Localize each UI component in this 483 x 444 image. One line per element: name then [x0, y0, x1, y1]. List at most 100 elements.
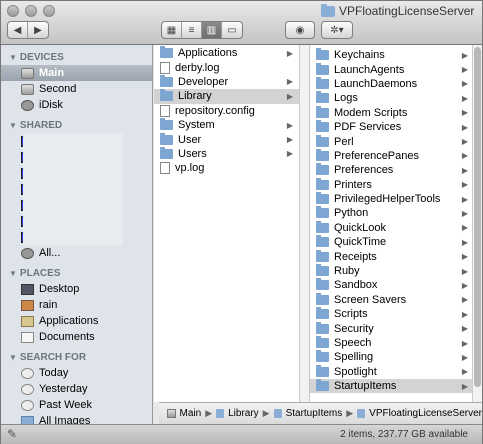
idisk-icon: [21, 99, 34, 111]
item-label: Spelling: [334, 351, 374, 364]
desktop-icon: [21, 283, 34, 295]
column-library-item[interactable]: Sandbox ▶: [310, 278, 482, 292]
folder-icon: [160, 46, 173, 59]
disclosure-arrow-icon: ▶: [461, 367, 468, 377]
item-label: Perl: [334, 135, 354, 148]
column-view-button[interactable]: ▥: [202, 22, 222, 38]
sidebar-item-shared-all[interactable]: All...: [1, 245, 152, 261]
disclosure-arrow-icon: ▶: [286, 135, 293, 145]
item-label: Preferences: [334, 164, 394, 177]
disclosure-arrow-icon: ▶: [461, 165, 468, 175]
forward-button[interactable]: ▶: [28, 22, 48, 38]
icon-view-button[interactable]: ▦: [162, 22, 182, 38]
disclosure-arrow-icon: ▶: [461, 122, 468, 132]
path-item-vpfloatinglicenseserver[interactable]: VPFloatingLicenseServer: [369, 408, 482, 419]
back-button[interactable]: ◀: [8, 22, 28, 38]
shared-names-redacted: [23, 133, 123, 245]
item-label: Applications: [178, 47, 238, 60]
sidebar-item-applications[interactable]: Applications: [1, 313, 152, 329]
column-root-item[interactable]: Applications ▶: [154, 46, 309, 60]
folder-icon: [160, 89, 173, 102]
column-root-item[interactable]: repository.config: [154, 104, 309, 118]
folder-icon: [316, 192, 329, 205]
column-library-list: Keychains ▶ LaunchAgents ▶ LaunchDaemons ▶ Log…: [310, 45, 482, 394]
places-header[interactable]: ▼ PLACES: [1, 265, 152, 281]
close-button[interactable]: [7, 5, 19, 17]
column-library-item[interactable]: Preferences ▶: [310, 163, 482, 177]
column-root-scrollbar[interactable]: [299, 45, 309, 402]
column-root-item[interactable]: vp.log: [154, 161, 309, 175]
sidebar-item-past-week[interactable]: Past Week: [1, 397, 152, 413]
path-item-library[interactable]: Library: [228, 408, 259, 419]
column-library-scrollbar[interactable]: [472, 45, 482, 402]
column-library-item[interactable]: StartupItems ▶: [310, 378, 482, 394]
disclosure-arrow-icon: ▶: [286, 48, 293, 58]
column-library-item[interactable]: Python ▶: [310, 206, 482, 220]
folder-icon: [316, 278, 329, 291]
quicklook-button[interactable]: ◉: [285, 21, 315, 39]
document-icon: [160, 104, 170, 117]
sidebar-item-main[interactable]: Main: [1, 65, 152, 81]
column-library-item[interactable]: Modem Scripts ▶: [310, 105, 482, 120]
column-root-item[interactable]: derby.log: [154, 60, 309, 74]
coverflow-view-button[interactable]: ▭: [222, 22, 242, 38]
sidebar-item-rain[interactable]: rain: [1, 297, 152, 313]
item-label: LaunchDaemons: [334, 77, 418, 90]
column-library-item[interactable]: Security ▶: [310, 321, 482, 335]
column-library-item[interactable]: Scripts ▶: [310, 307, 482, 321]
shared-header[interactable]: ▼ SHARED: [1, 117, 152, 133]
column-library-item[interactable]: Logs ▶: [310, 91, 482, 105]
sidebar-item-today[interactable]: Today: [1, 365, 152, 381]
column-library-item[interactable]: Spelling ▶: [310, 350, 482, 364]
disclosure-arrow-icon: ▶: [461, 93, 468, 103]
window-controls: [7, 5, 55, 17]
column-library-item[interactable]: Receipts ▶: [310, 249, 482, 263]
folder-icon: [160, 118, 173, 131]
folder-icon: [316, 206, 329, 219]
sidebar-item-idisk[interactable]: iDisk: [1, 97, 152, 113]
column-library-item[interactable]: Spotlight ▶: [310, 364, 482, 379]
column-root-item[interactable]: Users ▶: [154, 146, 309, 161]
column-root-item[interactable]: Developer ▶: [154, 74, 309, 89]
list-view-button[interactable]: ≡: [182, 22, 202, 38]
column-library-item[interactable]: Printers ▶: [310, 177, 482, 192]
sidebar-item-desktop[interactable]: Desktop: [1, 281, 152, 297]
path-item-main[interactable]: Main: [180, 408, 202, 419]
column-library-item[interactable]: LaunchAgents ▶: [310, 62, 482, 76]
column-library-item[interactable]: LaunchDaemons ▶: [310, 76, 482, 91]
sidebar-item-second[interactable]: Second: [1, 81, 152, 97]
folder-icon: [316, 249, 329, 262]
column-library-item[interactable]: Keychains ▶: [310, 48, 482, 62]
item-label: QuickLook: [334, 221, 386, 234]
column-root-item[interactable]: System ▶: [154, 118, 309, 132]
column-library-item[interactable]: QuickLook ▶: [310, 220, 482, 235]
column-library-item[interactable]: QuickTime ▶: [310, 235, 482, 249]
zoom-button[interactable]: [43, 5, 55, 17]
column-library-item[interactable]: Speech ▶: [310, 336, 482, 350]
sidebar-item-documents[interactable]: Documents: [1, 329, 152, 345]
column-root-item[interactable]: User ▶: [154, 132, 309, 146]
action-menu-button[interactable]: ✲▾: [321, 21, 353, 39]
hard-disk-icon: [167, 409, 176, 418]
status-text: 2 items, 237.77 GB available: [340, 429, 468, 440]
column-root-item[interactable]: Library ▶: [154, 89, 309, 104]
column-library-item[interactable]: PrivilegedHelperTools ▶: [310, 192, 482, 206]
sidebar-item-yesterday[interactable]: Yesterday: [1, 381, 152, 397]
column-library-item[interactable]: PDF Services ▶: [310, 120, 482, 134]
window-title: VPFloatingLicenseServer: [321, 3, 474, 18]
path-item-startupitems[interactable]: StartupItems: [286, 408, 343, 419]
column-library-item[interactable]: PreferencePanes ▶: [310, 148, 482, 163]
column-library-item[interactable]: Screen Savers ▶: [310, 292, 482, 307]
column-library-item[interactable]: Perl ▶: [310, 134, 482, 148]
edit-pencil-icon[interactable]: ✎: [7, 427, 17, 441]
search-for-header[interactable]: ▼ SEARCH FOR: [1, 349, 152, 365]
item-label: Library: [178, 90, 212, 103]
column-library-item[interactable]: Ruby ▶: [310, 264, 482, 278]
item-label: Screen Savers: [334, 293, 407, 306]
scrollbar-thumb[interactable]: [474, 47, 481, 387]
minimize-button[interactable]: [25, 5, 37, 17]
devices-header[interactable]: ▼ DEVICES: [1, 49, 152, 65]
disclosure-arrow-icon: ▶: [461, 79, 468, 89]
folder-icon: [316, 120, 329, 133]
item-label: Spotlight: [334, 365, 377, 378]
